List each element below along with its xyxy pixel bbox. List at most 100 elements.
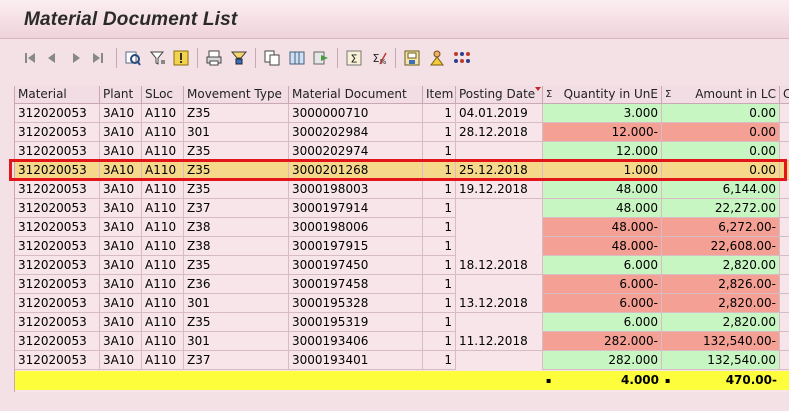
cell-material-document[interactable]: 3000193406 <box>289 332 423 351</box>
exception-icon[interactable] <box>172 49 190 67</box>
table-row[interactable]: 312020053 3A10 A110 Z35 3000000710 1 04.01.201… <box>15 104 789 123</box>
layout-icon[interactable] <box>288 49 306 67</box>
cell-movement-type[interactable]: Z35 <box>184 256 289 275</box>
cell-movement-type[interactable]: Z35 <box>184 161 289 180</box>
cell-sloc[interactable]: A110 <box>142 256 184 275</box>
cell-amount[interactable]: 132,540.00 <box>662 351 780 370</box>
cell-posting-date[interactable]: 28.12.2018 <box>456 123 543 142</box>
cell-posting-date[interactable] <box>456 351 543 370</box>
cell-plant[interactable]: 3A10 <box>100 142 142 161</box>
cell-quantity[interactable]: 3.000 <box>543 104 662 123</box>
cell-movement-type[interactable]: Z35 <box>184 104 289 123</box>
table-row[interactable]: 312020053 3A10 A110 Z38 3000197915 1 48.000- 22… <box>15 237 789 256</box>
next-page-icon[interactable] <box>67 49 85 67</box>
column-header-overflow[interactable]: C <box>780 86 789 103</box>
first-page-icon[interactable] <box>21 49 39 67</box>
cell-movement-type[interactable]: Z35 <box>184 313 289 332</box>
cell-material-document[interactable]: 3000197458 <box>289 275 423 294</box>
cell-item[interactable]: 1 <box>423 142 456 161</box>
cell-amount[interactable]: 22,608.00- <box>662 237 780 256</box>
cell-movement-type[interactable]: Z37 <box>184 351 289 370</box>
cell-quantity[interactable]: 6.000 <box>543 256 662 275</box>
cell-material-document[interactable]: 3000197915 <box>289 237 423 256</box>
cell-sloc[interactable]: A110 <box>142 351 184 370</box>
cell-quantity[interactable]: 282.000 <box>543 351 662 370</box>
cell-material-document[interactable]: 3000195319 <box>289 313 423 332</box>
cell-plant[interactable]: 3A10 <box>100 218 142 237</box>
cell-quantity[interactable]: 48.000 <box>543 180 662 199</box>
cell-amount[interactable]: 22,272.00 <box>662 199 780 218</box>
cell-item[interactable]: 1 <box>423 123 456 142</box>
filter-icon[interactable] <box>149 49 167 67</box>
cell-material[interactable]: 312020053 <box>15 142 100 161</box>
table-row[interactable]: 312020053 3A10 A110 Z35 3000202974 1 12.000 0.0… <box>15 142 789 161</box>
cell-material[interactable]: 312020053 <box>15 294 100 313</box>
cell-sloc[interactable]: A110 <box>142 142 184 161</box>
cell-amount[interactable]: 132,540.00- <box>662 332 780 351</box>
cell-posting-date[interactable]: 19.12.2018 <box>456 180 543 199</box>
cell-movement-type[interactable]: Z36 <box>184 275 289 294</box>
cell-material[interactable]: 312020053 <box>15 161 100 180</box>
cell-material[interactable]: 312020053 <box>15 332 100 351</box>
cell-plant[interactable]: 3A10 <box>100 161 142 180</box>
cell-item[interactable]: 1 <box>423 351 456 370</box>
cell-amount[interactable]: 0.00 <box>662 142 780 161</box>
legend-icon[interactable] <box>453 49 471 67</box>
cell-sloc[interactable]: A110 <box>142 104 184 123</box>
transfer-icon[interactable] <box>312 49 330 67</box>
cell-quantity[interactable]: 12.000- <box>543 123 662 142</box>
cell-movement-type[interactable]: 301 <box>184 332 289 351</box>
cell-posting-date[interactable]: 04.01.2019 <box>456 104 543 123</box>
cell-sloc[interactable]: A110 <box>142 180 184 199</box>
cell-material[interactable]: 312020053 <box>15 218 100 237</box>
cell-quantity[interactable]: 6.000- <box>543 294 662 313</box>
cell-amount[interactable]: 6,144.00 <box>662 180 780 199</box>
column-header-plant[interactable]: Plant <box>100 86 142 103</box>
cell-sloc[interactable]: A110 <box>142 294 184 313</box>
cell-amount[interactable]: 2,820.00 <box>662 256 780 275</box>
cell-movement-type[interactable]: Z38 <box>184 218 289 237</box>
cell-plant[interactable]: 3A10 <box>100 294 142 313</box>
save-layout-icon[interactable] <box>403 49 421 67</box>
cell-plant[interactable]: 3A10 <box>100 104 142 123</box>
cell-amount[interactable]: 2,826.00- <box>662 275 780 294</box>
table-row[interactable]: 312020053 3A10 A110 Z35 3000195319 1 6.000 2,82… <box>15 313 789 332</box>
cell-quantity[interactable]: 12.000 <box>543 142 662 161</box>
table-row[interactable]: 312020053 3A10 A110 Z38 3000198006 1 48.000- 6,… <box>15 218 789 237</box>
cell-item[interactable]: 1 <box>423 275 456 294</box>
cell-material[interactable]: 312020053 <box>15 313 100 332</box>
cell-material-document[interactable]: 3000193401 <box>289 351 423 370</box>
cell-posting-date[interactable] <box>456 142 543 161</box>
table-row[interactable]: 312020053 3A10 A110 301 3000202984 1 28.12.201… <box>15 123 789 142</box>
column-header-posting-date[interactable]: Posting Date <box>456 86 543 103</box>
cell-plant[interactable]: 3A10 <box>100 180 142 199</box>
cell-movement-type[interactable]: Z38 <box>184 237 289 256</box>
user-icon[interactable] <box>428 49 446 67</box>
cell-movement-type[interactable]: 301 <box>184 294 289 313</box>
cell-material[interactable]: 312020053 <box>15 275 100 294</box>
cell-item[interactable]: 1 <box>423 218 456 237</box>
cell-posting-date[interactable]: 13.12.2018 <box>456 294 543 313</box>
subtotal-icon[interactable]: Σ% <box>370 49 388 67</box>
cell-material[interactable]: 312020053 <box>15 199 100 218</box>
cell-material-document[interactable]: 3000195328 <box>289 294 423 313</box>
cell-item[interactable]: 1 <box>423 237 456 256</box>
cell-plant[interactable]: 3A10 <box>100 256 142 275</box>
cell-material-document[interactable]: 3000197450 <box>289 256 423 275</box>
cell-material-document[interactable]: 3000198003 <box>289 180 423 199</box>
cell-item[interactable]: 1 <box>423 332 456 351</box>
cell-quantity[interactable]: 1.000 <box>543 161 662 180</box>
cell-item[interactable]: 1 <box>423 161 456 180</box>
cell-posting-date[interactable]: 18.12.2018 <box>456 256 543 275</box>
cell-sloc[interactable]: A110 <box>142 237 184 256</box>
last-page-icon[interactable] <box>89 49 107 67</box>
cell-amount[interactable]: 2,820.00 <box>662 313 780 332</box>
cell-sloc[interactable]: A110 <box>142 218 184 237</box>
previous-page-icon[interactable] <box>43 49 61 67</box>
details-icon[interactable] <box>124 49 142 67</box>
cell-plant[interactable]: 3A10 <box>100 332 142 351</box>
cell-movement-type[interactable]: 301 <box>184 123 289 142</box>
cell-amount[interactable]: 0.00 <box>662 161 780 180</box>
cell-item[interactable]: 1 <box>423 199 456 218</box>
cell-material[interactable]: 312020053 <box>15 180 100 199</box>
